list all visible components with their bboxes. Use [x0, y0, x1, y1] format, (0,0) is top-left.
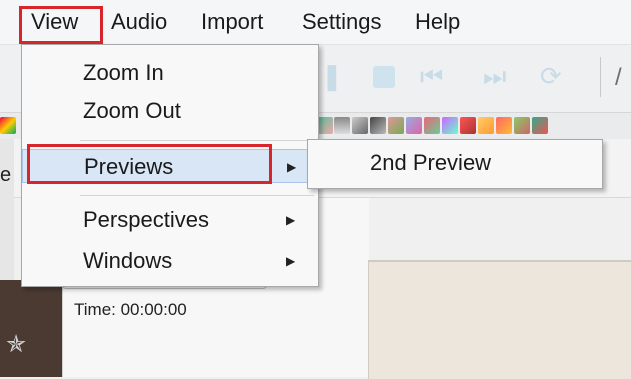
menu-settings[interactable]: Settings — [302, 7, 382, 37]
effect-thumb[interactable] — [334, 117, 350, 134]
loop-icon[interactable]: ⟳ — [540, 61, 562, 91]
toolbar-separator — [600, 57, 601, 97]
menu-item-label: 2nd Preview — [370, 150, 492, 175]
star-icon: ✯ — [6, 331, 27, 358]
effect-thumb[interactable] — [0, 117, 16, 134]
menu-item-label: Windows — [83, 248, 173, 273]
menu-item-label: Perspectives — [83, 207, 209, 232]
toolbar-edge-icon[interactable]: / — [615, 61, 627, 95]
menu-bar: View Audio Import Settings Help — [0, 0, 631, 45]
effect-thumb[interactable] — [406, 117, 422, 134]
film-thumbnail[interactable] — [0, 280, 62, 377]
menu-item-label: Zoom Out — [83, 98, 181, 123]
previews-submenu: 2nd Preview — [307, 139, 603, 189]
effect-thumb[interactable] — [388, 117, 404, 134]
submenu-arrow-icon: ▶ — [287, 160, 297, 174]
submenu-arrow-icon: ▶ — [286, 254, 296, 268]
skip-forward-icon[interactable]: ⏭ — [483, 61, 506, 91]
preview-area[interactable] — [368, 260, 631, 379]
submenu-arrow-icon: ▶ — [286, 213, 296, 227]
time-label: Time: 00:00:00 — [74, 300, 187, 319]
effect-thumb[interactable] — [532, 117, 548, 134]
menu-item-2nd-preview[interactable]: 2nd Preview — [308, 146, 602, 180]
effect-thumb[interactable] — [460, 117, 476, 134]
left-panel-fragment: e — [0, 164, 12, 186]
menu-item-label: Zoom In — [83, 60, 164, 85]
effect-thumb[interactable] — [352, 117, 368, 134]
effect-thumb[interactable] — [514, 117, 530, 134]
effect-thumb[interactable] — [478, 117, 494, 134]
menu-item-perspectives[interactable]: Perspectives ▶ — [22, 203, 318, 237]
menu-item-label: Previews — [84, 154, 174, 179]
effect-thumb[interactable] — [317, 117, 333, 134]
menu-separator — [80, 140, 314, 141]
menu-separator — [80, 195, 314, 196]
stop-icon[interactable] — [373, 66, 395, 88]
effect-thumb[interactable] — [442, 117, 458, 134]
skip-back-icon[interactable]: ⏮ — [420, 61, 443, 91]
menu-item-zoom-out[interactable]: Zoom Out — [22, 94, 318, 128]
menu-import[interactable]: Import — [201, 7, 263, 37]
menu-audio[interactable]: Audio — [111, 7, 167, 37]
effect-thumb[interactable] — [496, 117, 512, 134]
menu-help[interactable]: Help — [415, 7, 460, 37]
menu-item-previews[interactable]: Previews ▶ — [22, 149, 318, 183]
menu-item-zoom-in[interactable]: Zoom In — [22, 56, 318, 90]
menu-item-windows[interactable]: Windows ▶ — [22, 244, 318, 278]
effect-thumb[interactable] — [370, 117, 386, 134]
pause-icon[interactable]: ❚ — [321, 61, 343, 91]
view-dropdown-menu: Zoom In Zoom Out Previews ▶ Perspectives… — [21, 44, 319, 287]
effect-thumb[interactable] — [424, 117, 440, 134]
menu-view[interactable]: View — [31, 7, 78, 37]
